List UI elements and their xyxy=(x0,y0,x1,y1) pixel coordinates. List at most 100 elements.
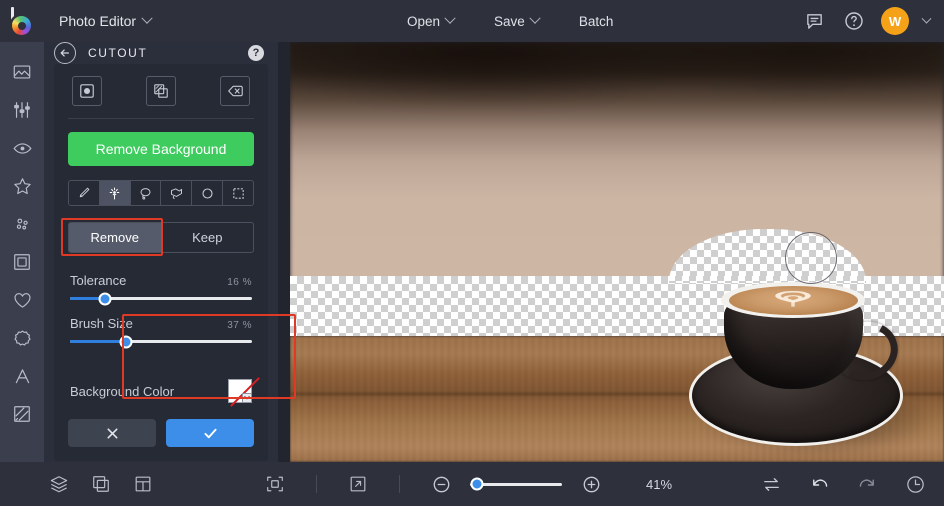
brush-size-value: 37 % xyxy=(227,320,252,331)
top-right-actions: W xyxy=(801,7,944,35)
befunky-logo-icon xyxy=(8,7,36,35)
tolerance-label: Tolerance xyxy=(70,273,126,288)
photo-editor-app: Photo Editor Open Save Batch xyxy=(0,0,944,506)
magic-wand-tool[interactable] xyxy=(100,181,131,205)
page-title: CUTOUT xyxy=(88,46,147,60)
photo-canvas[interactable] xyxy=(290,42,944,462)
brush-size-slider-handle[interactable] xyxy=(120,335,133,348)
remove-keep-toggle: Remove Keep xyxy=(68,222,254,253)
question-mark-icon[interactable]: ? xyxy=(248,45,264,61)
save-button[interactable]: Save xyxy=(480,8,553,35)
brush-tool[interactable] xyxy=(69,181,100,205)
bottom-right-tools xyxy=(758,471,932,497)
left-sidebar xyxy=(0,42,44,462)
latte-surface xyxy=(729,286,858,315)
bottom-left-tools xyxy=(46,471,156,497)
crop-overlap-icon[interactable] xyxy=(88,471,114,497)
chevron-down-icon[interactable] xyxy=(242,393,252,403)
zoom-slider-handle[interactable] xyxy=(471,478,484,491)
sidebar-item-effects[interactable] xyxy=(4,168,40,204)
polygon-lasso-tool[interactable] xyxy=(161,181,192,205)
app-name-label: Photo Editor xyxy=(59,13,136,29)
bottom-toolbar: 41% xyxy=(0,462,944,506)
top-toolbar: Photo Editor Open Save Batch xyxy=(0,0,944,42)
close-x-icon xyxy=(105,426,120,441)
app-body: CUTOUT ? xyxy=(0,42,944,462)
photo-image xyxy=(290,42,944,462)
tolerance-value: 16 % xyxy=(227,277,252,288)
app-logo[interactable] xyxy=(0,0,44,42)
latte-art-heart xyxy=(756,289,831,309)
sidebar-item-text[interactable] xyxy=(4,358,40,394)
sidebar-item-artsy[interactable] xyxy=(4,206,40,242)
tolerance-slider-handle[interactable] xyxy=(98,292,111,305)
chevron-down-icon xyxy=(529,13,540,24)
transparency-mode-button[interactable] xyxy=(146,76,176,106)
chat-bubble-icon[interactable] xyxy=(801,8,827,34)
chevron-down-icon xyxy=(141,13,152,24)
canvas-area[interactable] xyxy=(278,42,944,462)
avatar[interactable]: W xyxy=(881,7,909,35)
background-color-row: Background Color xyxy=(68,369,254,403)
cutout-controls-card: Remove Background xyxy=(54,64,268,461)
sidebar-item-touch-up[interactable] xyxy=(4,130,40,166)
redo-arrow-icon[interactable] xyxy=(854,471,880,497)
background-color-swatch[interactable] xyxy=(228,379,252,403)
cancel-button[interactable] xyxy=(68,419,156,447)
plus-circle-icon[interactable] xyxy=(578,471,604,497)
coffee-cup xyxy=(689,273,938,454)
batch-button[interactable]: Batch xyxy=(565,8,628,35)
ellipse-select-tool[interactable] xyxy=(192,181,223,205)
cutout-mode-button[interactable] xyxy=(72,76,102,106)
zoom-slider[interactable] xyxy=(470,483,562,486)
undo-arrow-icon[interactable] xyxy=(806,471,832,497)
fit-to-screen-icon[interactable] xyxy=(262,471,288,497)
top-center-actions: Open Save Batch xyxy=(393,0,627,42)
question-circle-icon[interactable] xyxy=(841,8,867,34)
chevron-down-icon[interactable] xyxy=(922,13,932,23)
sidebar-item-textures[interactable] xyxy=(4,396,40,432)
sidebar-item-edit[interactable] xyxy=(4,92,40,128)
rectangle-select-tool[interactable] xyxy=(223,181,253,205)
selection-tool-group xyxy=(68,180,254,206)
brush-size-slider[interactable] xyxy=(70,340,252,343)
save-label: Save xyxy=(494,14,525,29)
sidebar-item-frames[interactable] xyxy=(4,244,40,280)
brush-size-slider-row: Brush Size 37 % xyxy=(70,316,252,343)
erase-mode-button[interactable] xyxy=(220,76,250,106)
keep-mode-button[interactable]: Keep xyxy=(162,223,254,252)
checkmark-icon xyxy=(202,425,219,442)
apply-button[interactable] xyxy=(166,419,254,447)
avatar-initial: W xyxy=(889,14,901,29)
zoom-controls: 41% xyxy=(262,471,686,497)
open-label: Open xyxy=(407,14,440,29)
sliders-group: Tolerance 16 % Brush Size 37 % xyxy=(68,269,254,365)
remove-background-button[interactable]: Remove Background xyxy=(68,132,254,166)
compare-swap-icon[interactable] xyxy=(758,471,784,497)
brush-size-label: Brush Size xyxy=(70,316,133,331)
sidebar-item-overlays[interactable] xyxy=(4,282,40,318)
grid-layout-icon[interactable] xyxy=(130,471,156,497)
arrow-left-circle-icon[interactable] xyxy=(54,42,76,64)
sidebar-item-graphics[interactable] xyxy=(4,320,40,356)
lasso-tool[interactable] xyxy=(131,181,162,205)
panel-header: CUTOUT ? xyxy=(44,42,278,64)
chevron-down-icon xyxy=(444,13,455,24)
expand-arrow-icon[interactable] xyxy=(345,471,371,497)
tolerance-slider-row: Tolerance 16 % xyxy=(70,273,252,300)
app-name-dropdown[interactable]: Photo Editor xyxy=(46,8,164,34)
batch-label: Batch xyxy=(579,14,614,29)
panel-actions xyxy=(68,419,254,447)
zoom-percent-label: 41% xyxy=(646,477,686,492)
cutout-mode-group xyxy=(68,76,254,118)
sidebar-item-image[interactable] xyxy=(4,54,40,90)
remove-keep-toggle-wrap: Remove Keep xyxy=(68,222,254,253)
background-color-label: Background Color xyxy=(70,384,174,399)
layers-stack-icon[interactable] xyxy=(46,471,72,497)
minus-circle-icon[interactable] xyxy=(428,471,454,497)
history-clock-icon[interactable] xyxy=(902,471,928,497)
cutout-panel: CUTOUT ? xyxy=(44,42,278,462)
tolerance-slider[interactable] xyxy=(70,297,252,300)
open-button[interactable]: Open xyxy=(393,8,468,35)
remove-mode-button[interactable]: Remove xyxy=(69,223,162,252)
